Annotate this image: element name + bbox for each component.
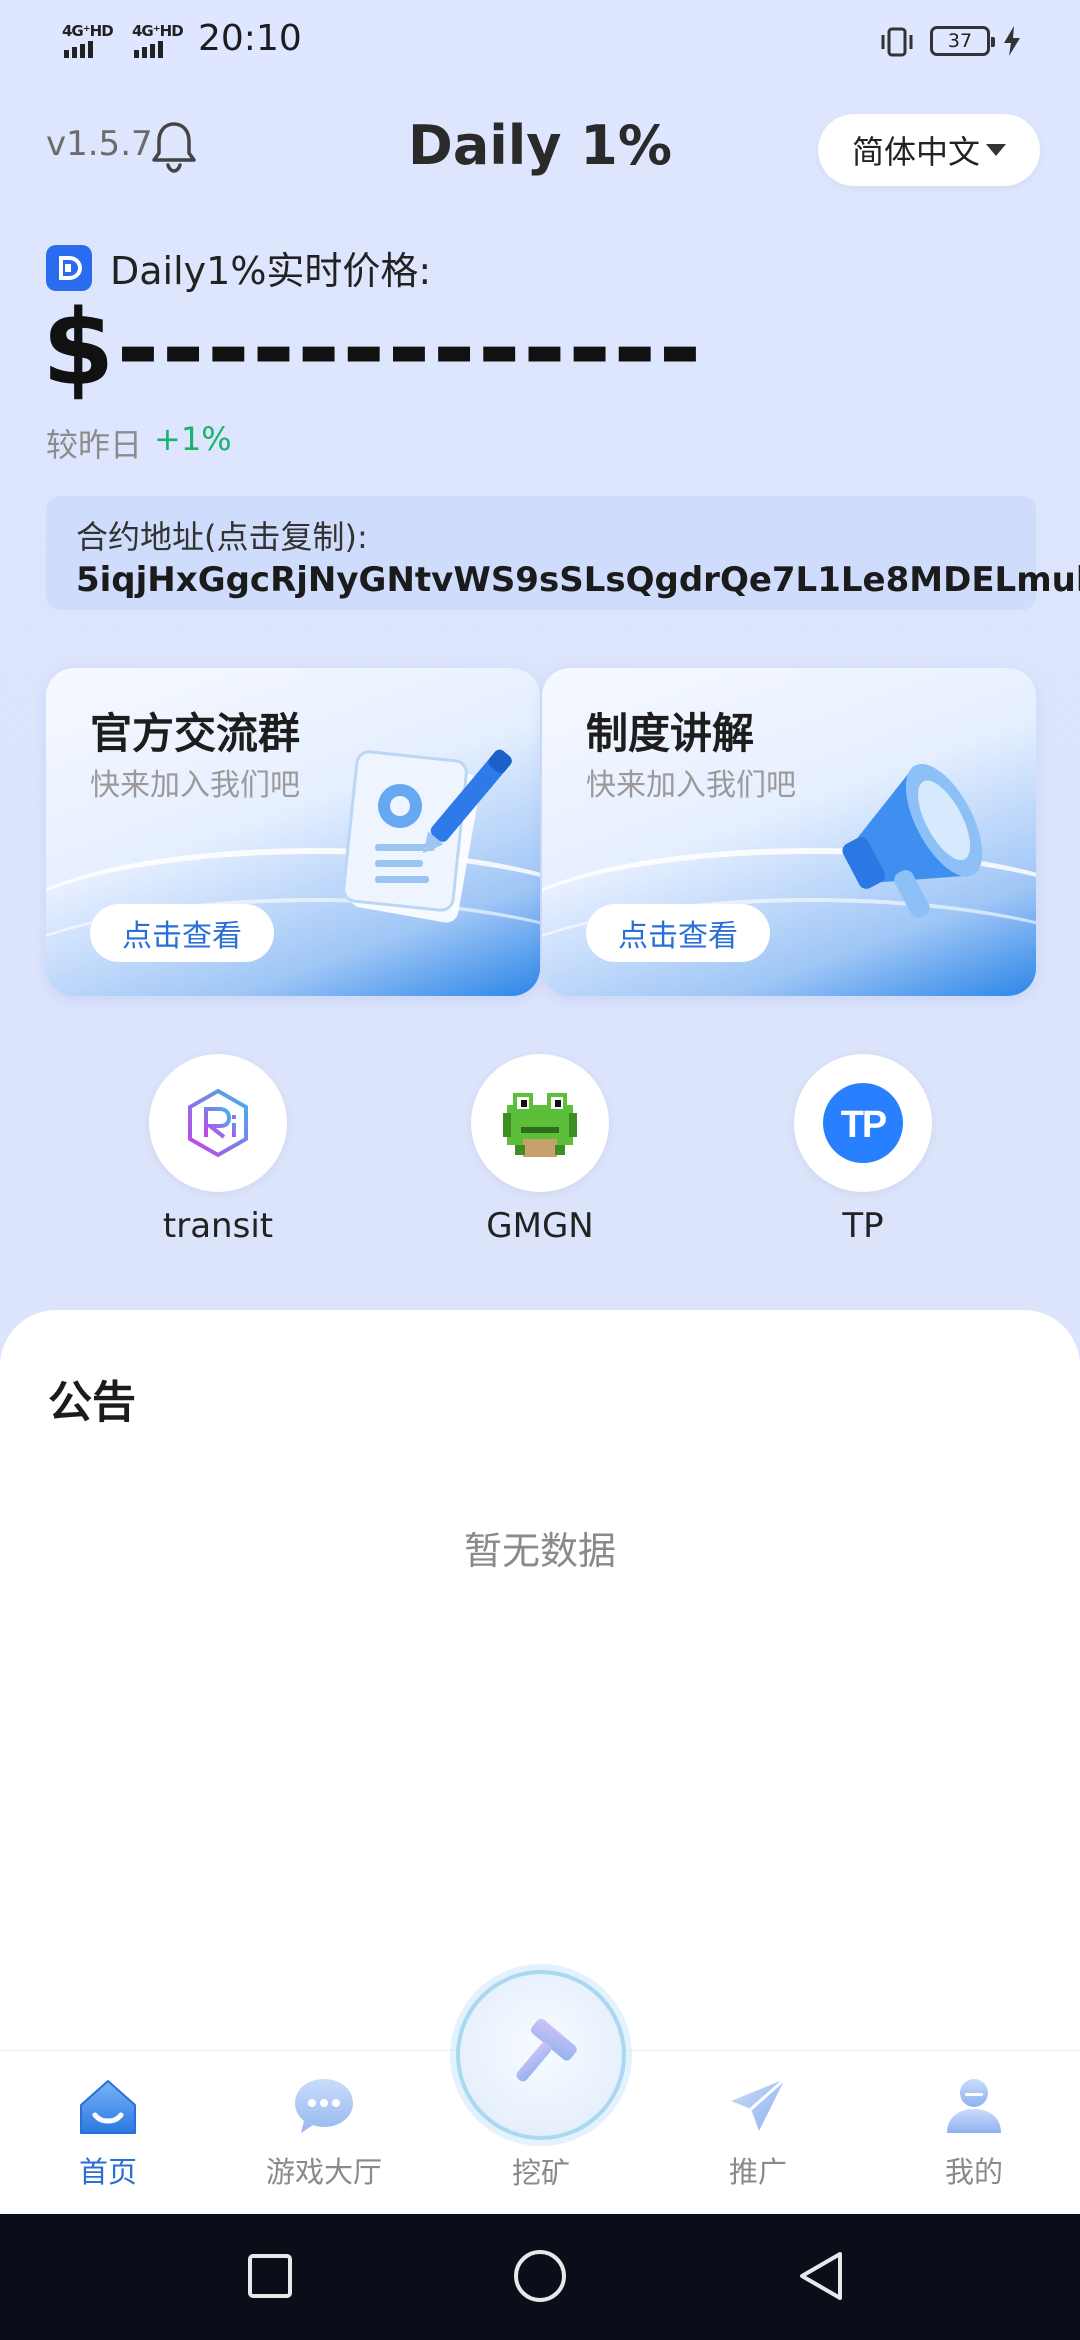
back-triangle-icon[interactable] bbox=[792, 2246, 852, 2306]
svg-text:TP: TP bbox=[841, 1104, 887, 1146]
status-bar: 4G⁺HD 4G⁺HD 20:10 37 bbox=[0, 0, 1080, 80]
price-value: $------------- bbox=[42, 287, 704, 409]
megaphone-icon bbox=[842, 763, 983, 918]
nav-label: 首页 bbox=[78, 2155, 137, 2189]
caret-down-icon bbox=[986, 144, 1006, 156]
quick-link-tp[interactable]: TP TP bbox=[763, 1054, 963, 1246]
chat-icon bbox=[295, 2079, 353, 2133]
card-subtitle: 快来加入我们吧 bbox=[586, 768, 796, 803]
view-button[interactable]: 点击查看 bbox=[586, 904, 770, 962]
contract-address: 5iqjHxGgcRjNyGNtvWS9sSLsQgdrQe7L1Le8MDEL… bbox=[76, 560, 1080, 600]
hammer-icon bbox=[516, 2018, 577, 2082]
price-change-row: 较昨日 +1% bbox=[46, 420, 232, 466]
contract-label: 合约地址(点击复制): bbox=[76, 518, 368, 556]
quick-link-transit[interactable]: transit bbox=[118, 1054, 318, 1246]
signal-group: 4G⁺HD 4G⁺HD bbox=[62, 22, 188, 58]
empty-state-text: 暂无数据 bbox=[463, 1529, 616, 1573]
official-group-card[interactable]: 官方交流群 快来加入我们吧 点击查看 bbox=[46, 668, 540, 996]
charging-icon bbox=[1004, 26, 1020, 56]
card-title: 官方交流群 bbox=[90, 709, 301, 758]
home-icon bbox=[80, 2080, 136, 2134]
frog-logo-icon bbox=[471, 1054, 609, 1192]
language-select[interactable]: 简体中文 bbox=[818, 114, 1040, 186]
nav-game-hall[interactable]: 游戏大厅 bbox=[234, 2071, 414, 2191]
paper-plane-icon bbox=[731, 2077, 786, 2131]
sim1-signal-icon: 4G⁺HD bbox=[62, 22, 118, 58]
daily-logo-icon bbox=[46, 244, 92, 291]
quick-link-label: transit bbox=[162, 1206, 274, 1246]
home-circle-icon[interactable] bbox=[510, 2246, 570, 2306]
change-value: +1% bbox=[154, 420, 232, 458]
mining-label: 挖矿 bbox=[511, 2156, 570, 2190]
view-button[interactable]: 点击查看 bbox=[90, 904, 274, 962]
nav-label: 推广 bbox=[728, 2155, 787, 2189]
quick-link-gmgn[interactable]: GMGN bbox=[440, 1054, 640, 1246]
notice-title: 公告 bbox=[48, 1377, 136, 1428]
card-title: 制度讲解 bbox=[586, 709, 755, 758]
sim2-network-label: 4G⁺HD bbox=[132, 22, 184, 40]
battery-level: 37 bbox=[947, 30, 973, 52]
quick-link-label: GMGN bbox=[486, 1206, 594, 1246]
battery-icon: 37 bbox=[930, 26, 995, 56]
nav-promote[interactable]: 推广 bbox=[668, 2071, 848, 2191]
mining-button[interactable] bbox=[456, 1970, 626, 2140]
nav-home[interactable]: 首页 bbox=[18, 2071, 198, 2191]
document-pen-icon bbox=[342, 749, 512, 923]
notice-panel: 公告 暂无数据 bbox=[0, 1310, 1080, 2050]
card-subtitle: 快来加入我们吧 bbox=[90, 768, 300, 803]
tp-logo-icon: TP bbox=[794, 1054, 932, 1192]
system-navigation-bar bbox=[0, 2214, 1080, 2340]
language-value: 简体中文 bbox=[851, 133, 980, 171]
vibrate-icon bbox=[881, 27, 913, 57]
rules-card[interactable]: 制度讲解 快来加入我们吧 点击查看 bbox=[542, 668, 1036, 996]
user-icon bbox=[947, 2079, 1001, 2133]
recent-apps-icon[interactable] bbox=[240, 2246, 300, 2306]
nav-label: 我的 bbox=[944, 2155, 1003, 2189]
nav-mine-profile[interactable]: 我的 bbox=[884, 2071, 1064, 2191]
change-label: 较昨日 bbox=[46, 426, 143, 464]
raydium-logo-icon bbox=[149, 1054, 287, 1192]
contract-address-box[interactable]: 合约地址(点击复制): 5iqjHxGgcRjNyGNtvWS9sSLsQgdr… bbox=[46, 496, 1080, 610]
sim2-signal-icon: 4G⁺HD bbox=[132, 22, 188, 58]
sim1-network-label: 4G⁺HD bbox=[62, 22, 114, 40]
status-time: 20:10 bbox=[198, 18, 302, 59]
nav-label: 游戏大厅 bbox=[265, 2155, 382, 2189]
quick-link-label: TP bbox=[842, 1206, 884, 1246]
